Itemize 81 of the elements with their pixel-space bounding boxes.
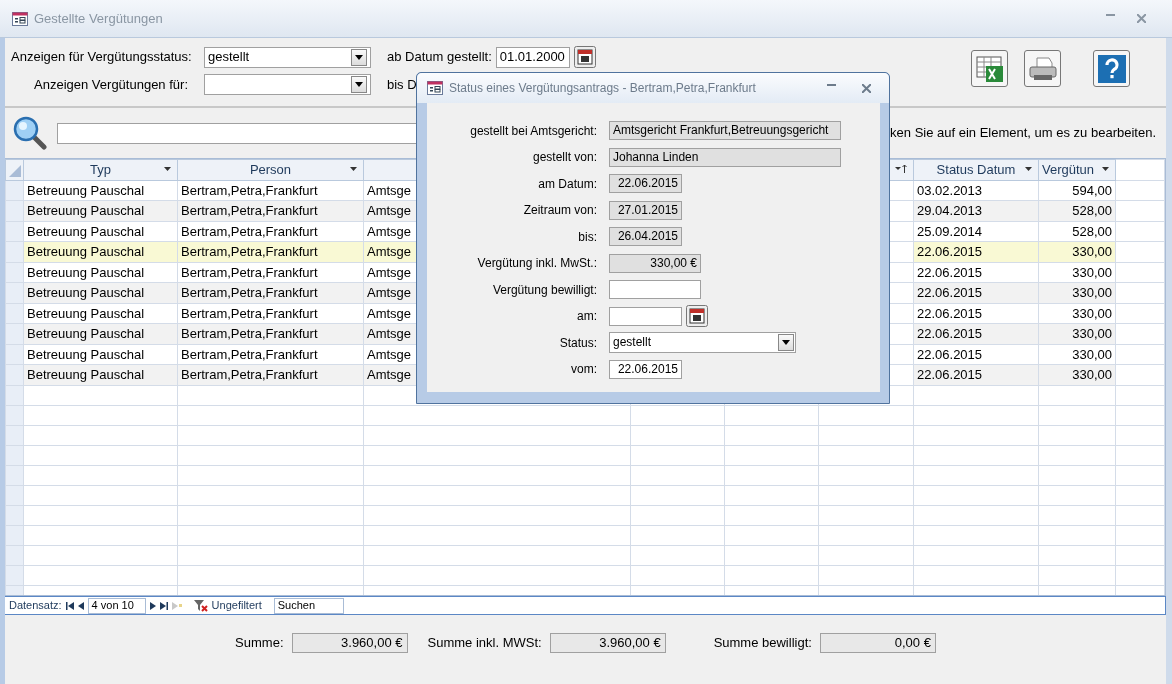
column-header[interactable]: Status Datum [913,159,1039,180]
table-cell: Bertram,Petra,Frankfurt [177,180,364,201]
readonly-field: 27.01.2015 [609,200,682,220]
record-label: Datensatz: [9,598,62,614]
total-label: Summe inkl. MWSt: [427,634,542,653]
record-position-field[interactable]: 4 von 10 [87,597,146,614]
dialog-title: Status eines Vergütungsantrags - Bertram,Petra,Frankfurt [449,80,756,97]
field-label: am: [576,308,598,326]
field-label: Zeitraum von: [522,202,598,220]
table-cell: 03.02.2013 [913,180,1039,201]
window-title: Gestellte Vergütungen [34,9,163,28]
dropdown-arrow-icon [1102,166,1109,171]
table-cell: Bertram,Petra,Frankfurt [177,303,364,324]
date-field[interactable]: 01.01.2000 [495,46,570,68]
readonly-field: 26.04.2015 [609,227,682,247]
calendar-button[interactable] [686,305,708,328]
search-icon [13,116,47,150]
filter-icon [193,599,208,612]
calendar-button[interactable] [573,46,596,68]
first-record-icon[interactable] [65,601,74,610]
table-cell: 22.06.2015 [913,344,1039,365]
last-record-icon[interactable] [159,601,168,610]
column-header[interactable]: Person [177,159,364,180]
excel-export-button[interactable] [971,50,1008,87]
minimize-icon[interactable] [827,83,836,86]
column-header[interactable]: Typ [23,159,178,180]
person-dropdown[interactable] [204,74,371,95]
table-cell: Betreuung Pauschal [23,180,178,201]
total-field: 3.960,00 € [291,633,408,653]
readonly-field: Johanna Linden [609,147,841,167]
total-label: Summe: [235,634,284,653]
readonly-field: Amtsgericht Frankfurt,Betreuungsgericht [609,121,841,141]
help-button[interactable] [1093,50,1130,87]
filter-label: Anzeigen Vergütungen für: [33,75,189,94]
readonly-field: 22.06.2015 [609,174,682,194]
filter-button[interactable]: Ungefiltert [193,597,262,614]
search-field[interactable] [57,122,417,144]
filter-label: ab Datum gestellt: [387,48,492,67]
dropdown-arrow-icon [1025,166,1032,171]
print-button[interactable] [1024,50,1061,87]
table-cell: 25.09.2014 [913,221,1039,242]
field-label: gestellt von: [531,149,598,167]
search-field[interactable]: Suchen [273,597,344,614]
date-field[interactable] [609,306,682,326]
table-cell: 330,00 [1038,303,1116,324]
status-dropdown[interactable]: gestellt [609,332,796,354]
dropdown-arrow-icon [350,166,357,171]
table-cell: Betreuung Pauschal [23,344,178,365]
form-icon [12,11,28,26]
table-cell: Bertram,Petra,Frankfurt [177,221,364,242]
previous-record-icon[interactable] [77,601,84,610]
readonly-field: 330,00 € [609,253,701,273]
table-cell: 330,00 [1038,344,1116,365]
table-cell: Bertram,Petra,Frankfurt [177,262,364,283]
field-label: Vergütung bewilligt: [491,281,598,299]
table-cell: Bertram,Petra,Frankfurt [177,344,364,365]
filter-label: Anzeigen für Vergütungsstatus: [11,48,193,67]
search-hint: ken Sie auf ein Element, um es zu bearbeiten. [890,124,1156,143]
form-icon [427,81,443,95]
dropdown-arrow-icon [164,166,171,171]
total-field: 3.960,00 € [549,633,666,653]
table-cell: Betreuung Pauschal [23,221,178,242]
close-icon[interactable] [1137,14,1146,23]
next-record-icon[interactable] [149,601,156,610]
table-cell: 528,00 [1038,221,1116,242]
table-cell: 22.06.2015 [913,303,1039,324]
date-field[interactable]: 22.06.2015 [609,359,682,379]
table-cell: Betreuung Pauschal [23,303,178,324]
input-field[interactable] [609,280,701,300]
status-dropdown[interactable]: gestellt [204,46,371,68]
sort-arrow-icon [895,164,907,174]
field-label: gestellt bei Amtsgericht: [469,122,598,140]
table-cell: 330,00 [1038,262,1116,283]
table-cell: 22.06.2015 [913,262,1039,283]
table-cell: Betreuung Pauschal [23,262,178,283]
total-field: 0,00 € [819,633,936,653]
column-header[interactable]: Vergütun [1038,159,1116,180]
total-label: Summe bewilligt: [713,634,812,653]
filter-label: bis D [387,75,417,94]
table-cell: 594,00 [1038,180,1116,201]
close-icon[interactable] [862,83,871,93]
